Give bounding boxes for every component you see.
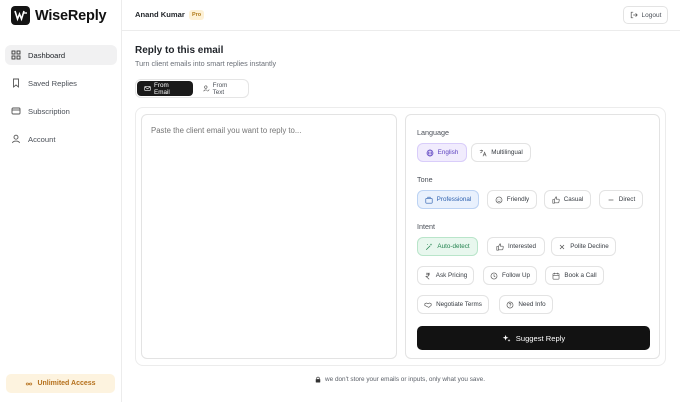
logout-button[interactable]: Logout	[623, 6, 668, 24]
sidebar-item-subscription[interactable]: Subscription	[5, 101, 117, 121]
logout-label: Logout	[641, 11, 662, 19]
chip-label: Negotiate Terms	[436, 301, 482, 308]
thumbs-up-icon	[496, 242, 504, 251]
tab-label: From Email	[154, 81, 170, 96]
plan-badge[interactable]: Unlimited Access	[6, 374, 115, 393]
translate-icon	[479, 149, 487, 157]
reply-options-panel: Language English Multilingual Tone Profe…	[405, 114, 660, 359]
intent-need-info-option[interactable]: Need Info	[499, 295, 553, 314]
intent-auto-detect-option[interactable]: Auto-detect	[417, 237, 478, 256]
intent-ask-pricing-option[interactable]: Ask Pricing	[417, 266, 474, 285]
minus-icon	[607, 196, 615, 204]
chip-label: Direct	[618, 196, 636, 203]
intent-label: Intent	[417, 222, 435, 231]
tone-label: Tone	[417, 175, 433, 184]
page-subtitle: Turn client emails into smart replies in…	[135, 59, 277, 68]
page-title: Reply to this email	[135, 45, 224, 56]
tone-professional-option[interactable]: Professional	[417, 190, 479, 209]
chip-label: Auto-detect	[437, 243, 470, 250]
sidebar-item-account[interactable]: Account	[5, 129, 117, 149]
intent-follow-up-option[interactable]: Follow Up	[483, 266, 537, 285]
bookmark-icon	[11, 78, 21, 88]
globe-icon	[426, 149, 434, 157]
chip-label: Multilingual	[491, 149, 523, 156]
sidebar-item-label: Saved Replies	[28, 78, 77, 88]
sidebar-nav: Dashboard Saved Replies Subscription Acc…	[5, 45, 117, 157]
suggest-reply-button[interactable]: Suggest Reply	[417, 326, 650, 350]
sidebar: WiseReply Dashboard Saved Replies Subscr…	[0, 0, 122, 402]
sidebar-item-label: Account	[28, 134, 56, 144]
suggest-reply-label: Suggest Reply	[515, 333, 566, 343]
chip-label: English	[437, 149, 459, 156]
help-circle-icon	[506, 301, 514, 309]
language-label: Language	[417, 128, 449, 137]
sidebar-item-saved-replies[interactable]: Saved Replies	[5, 73, 117, 93]
handshake-icon	[424, 301, 432, 309]
chip-label: Book a Call	[564, 272, 597, 279]
privacy-note-text: we don't store your emails or inputs, on…	[325, 376, 485, 383]
chip-label: Follow Up	[502, 272, 530, 279]
smile-icon	[495, 196, 503, 204]
tab-label: From Text	[212, 81, 228, 96]
chip-label: Ask Pricing	[435, 272, 468, 279]
sidebar-item-label: Dashboard	[28, 50, 66, 60]
briefcase-icon	[425, 196, 433, 204]
top-header: Anand Kumar Pro Logout	[122, 0, 680, 31]
logout-icon	[630, 11, 638, 19]
tone-direct-option[interactable]: Direct	[599, 190, 643, 209]
grid-icon	[11, 50, 21, 60]
privacy-note: we don't store your emails or inputs, on…	[315, 376, 485, 383]
sparkles-icon	[502, 334, 511, 343]
infinity-icon	[25, 380, 33, 388]
chip-label: Friendly	[506, 196, 530, 203]
tab-from-email[interactable]: From Email	[137, 81, 193, 96]
intent-polite-decline-option[interactable]: Polite Decline	[551, 237, 616, 256]
chip-label: Need Info	[518, 301, 546, 308]
chip-label: Casual	[563, 196, 584, 203]
logo-icon	[11, 6, 30, 25]
user-icon	[11, 134, 21, 144]
credit-card-icon	[11, 106, 21, 116]
close-icon	[558, 243, 566, 251]
chip-label: Polite Decline	[570, 243, 609, 250]
magic-wand-icon	[425, 243, 433, 251]
intent-negotiate-terms-option[interactable]: Negotiate Terms	[417, 295, 489, 314]
chip-label: Professional	[436, 196, 472, 203]
client-email-input[interactable]	[141, 114, 397, 359]
brand-name: WiseReply	[35, 7, 107, 24]
plan-label: Unlimited Access	[37, 380, 96, 387]
lock-icon	[315, 376, 321, 383]
rupee-icon	[424, 272, 432, 280]
calendar-icon	[552, 272, 560, 280]
language-english-option[interactable]: English	[417, 143, 467, 162]
chip-label: Interested	[507, 243, 536, 250]
brand-logo[interactable]: WiseReply	[11, 6, 107, 25]
intent-book-a-call-option[interactable]: Book a Call	[545, 266, 604, 285]
tone-friendly-option[interactable]: Friendly	[487, 190, 537, 209]
language-multilingual-option[interactable]: Multilingual	[471, 143, 531, 162]
input-mode-tabs: From Email From Text	[135, 79, 249, 98]
sidebar-item-label: Subscription	[28, 106, 70, 116]
intent-interested-option[interactable]: Interested	[487, 237, 545, 256]
user-name: Anand Kumar	[135, 10, 185, 19]
user-pen-icon	[203, 85, 210, 92]
sidebar-item-dashboard[interactable]: Dashboard	[5, 45, 117, 65]
thumbs-up-icon	[552, 195, 560, 204]
pro-badge: Pro	[189, 10, 205, 20]
tab-from-text[interactable]: From Text	[196, 81, 247, 96]
clock-icon	[490, 272, 498, 280]
mail-icon	[144, 85, 151, 92]
tone-casual-option[interactable]: Casual	[544, 190, 591, 209]
